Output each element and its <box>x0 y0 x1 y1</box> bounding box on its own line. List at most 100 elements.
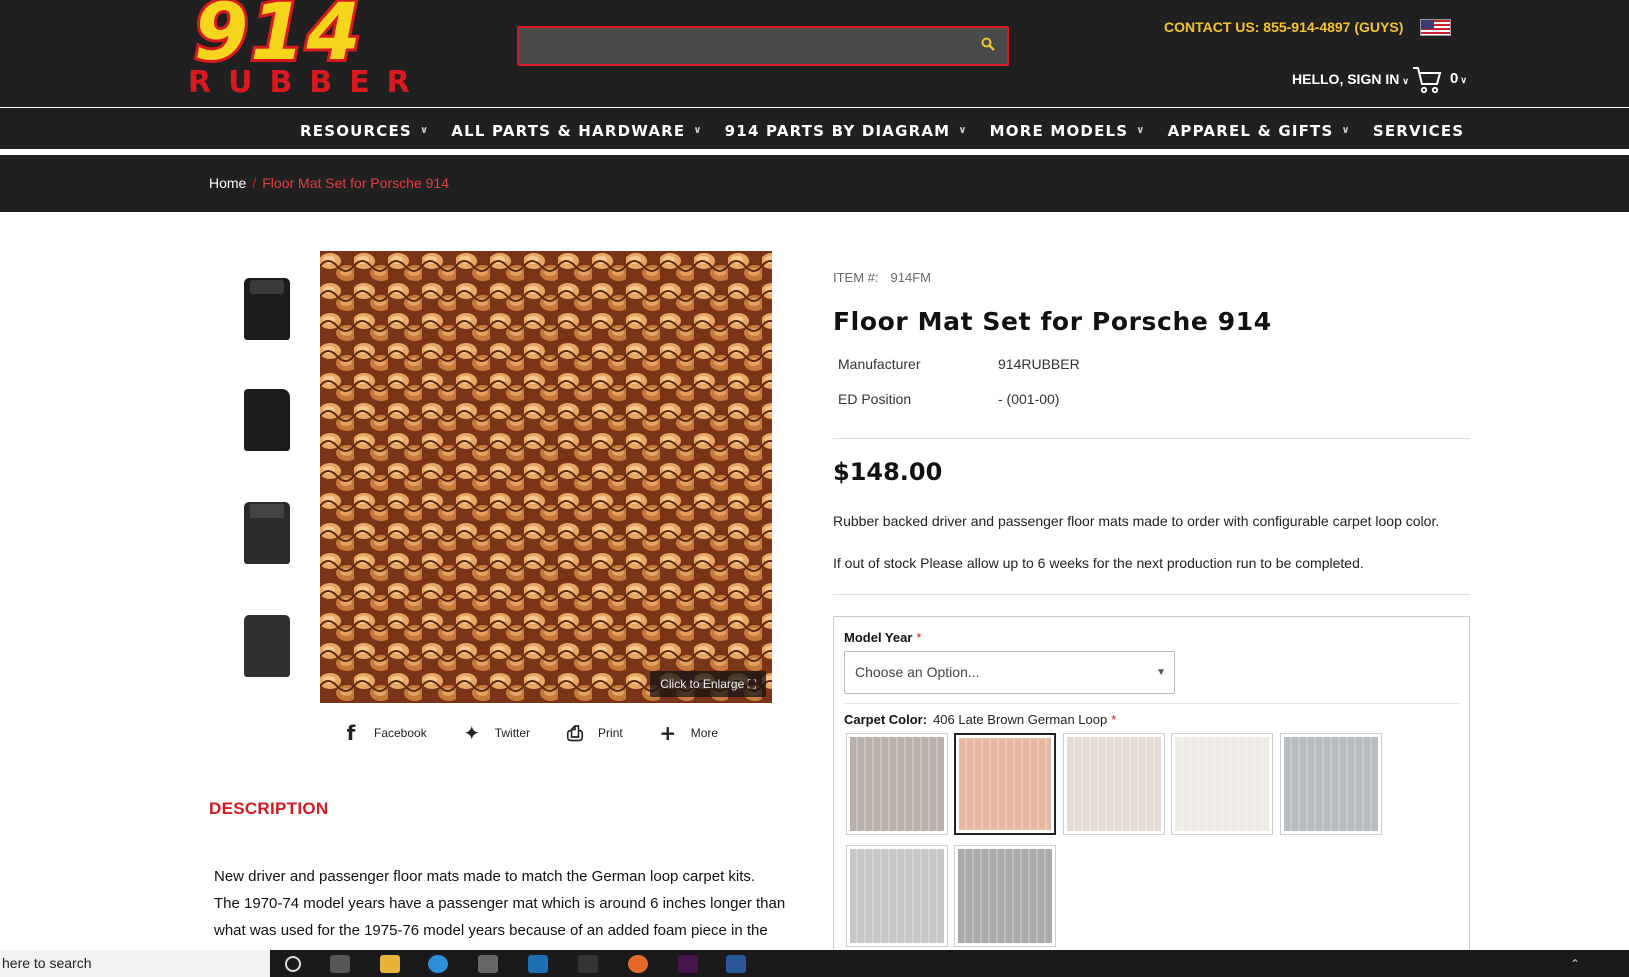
product-summary: Rubber backed driver and passenger floor… <box>833 513 1440 529</box>
nav-item-resources[interactable]: RESOURCES ∨ <box>300 122 429 140</box>
carpet-swatch-4[interactable] <box>1171 733 1273 835</box>
sign-in-link[interactable]: HELLO, SIGN IN ∨ <box>1292 69 1409 91</box>
twitter-icon: ✦ <box>463 721 481 745</box>
enlarge-label: Click to Enlarge <box>660 677 745 691</box>
us-flag-icon[interactable] <box>1420 19 1451 36</box>
nav-item-services[interactable]: SERVICES <box>1373 122 1464 140</box>
carpet-swatch-1[interactable] <box>846 733 948 835</box>
twitter-label: Twitter <box>494 726 531 740</box>
chevron-down-icon: ∨ <box>1460 75 1467 85</box>
thumbnail-4[interactable] <box>230 597 320 710</box>
description-heading[interactable]: DESCRIPTION <box>209 798 328 820</box>
chevron-down-icon: ∨ <box>419 125 430 136</box>
thumbnail-3[interactable] <box>230 484 320 597</box>
breadcrumb-bar: Home / Floor Mat Set for Porsche 914 <box>0 155 1629 212</box>
print-icon: ⎙ <box>567 721 584 745</box>
thumbnail-1[interactable] <box>230 258 320 371</box>
required-mark: * <box>1111 712 1117 727</box>
carpet-swatch-5[interactable] <box>1280 733 1382 835</box>
main-nav: RESOURCES ∨ ALL PARTS & HARDWARE ∨ 914 PARTS… <box>0 108 1629 152</box>
model-year-select[interactable]: Choose an Option... ▼ <box>844 651 1175 694</box>
spec-value: 914RUBBER <box>998 356 1080 372</box>
nav-item-more-models[interactable]: MORE MODELS ∨ <box>990 122 1146 140</box>
description-line: New driver and passenger floor mats made… <box>214 868 756 885</box>
chevron-down-icon: ∨ <box>958 125 968 136</box>
share-bar: f Facebook ✦ Twitter ⎙ Print + More <box>340 723 752 743</box>
search-icon[interactable] <box>979 37 997 55</box>
chevron-down-icon: ∨ <box>1402 76 1409 86</box>
chevron-down-icon: ∨ <box>693 125 703 136</box>
nav-item-label: RESOURCES <box>300 122 412 140</box>
logo-word: RUBBER <box>188 65 427 100</box>
item-number-value: 914FM <box>890 270 931 285</box>
facebook-icon: f <box>346 721 356 745</box>
breadcrumb: Home / Floor Mat Set for Porsche 914 <box>209 173 449 193</box>
chevron-down-icon: ∨ <box>1136 125 1146 136</box>
share-print[interactable]: ⎙ Print <box>564 723 623 743</box>
nav-item-label: ALL PARTS & HARDWARE <box>451 122 686 140</box>
carpet-swatch-7[interactable] <box>954 845 1056 947</box>
share-more[interactable]: + More <box>657 723 718 743</box>
carpet-color-value: 406 Late Brown German Loop <box>933 712 1108 727</box>
cart-count-value: 0 <box>1450 70 1459 87</box>
task-view-icon[interactable] <box>330 955 350 973</box>
thumbnail-2[interactable] <box>230 371 320 484</box>
stock-note: If out of stock Please allow up to 6 wee… <box>833 555 1364 571</box>
description-line: The 1970-74 model years have a passenger… <box>214 895 786 912</box>
carpet-color-label: Carpet Color: 406 Late Brown German Loop * <box>844 711 1116 729</box>
nav-item-label: SERVICES <box>1372 122 1465 140</box>
required-mark: * <box>916 630 922 645</box>
carpet-color-label-text: Carpet Color: <box>844 712 928 727</box>
store-icon[interactable] <box>478 955 498 973</box>
file-explorer-icon[interactable] <box>380 955 400 973</box>
word-icon[interactable] <box>726 955 746 973</box>
swatch-texture <box>1067 737 1161 831</box>
carpet-swatch-6[interactable] <box>846 845 948 947</box>
app-icon[interactable] <box>578 955 598 973</box>
swatch-texture <box>958 849 1052 943</box>
carpet-swatch-3[interactable] <box>1063 733 1165 835</box>
swatch-texture <box>850 737 944 831</box>
firefox-icon[interactable] <box>628 955 648 973</box>
nav-item-apparel-gifts[interactable]: APPAREL & GIFTS ∨ <box>1168 122 1351 140</box>
nav-item-914-parts-by-diagram[interactable]: 914 PARTS BY DIAGRAM ∨ <box>725 122 968 140</box>
slack-icon[interactable] <box>678 955 698 973</box>
taskbar-search[interactable]: here to search <box>0 950 270 977</box>
breadcrumb-home[interactable]: Home <box>209 175 246 191</box>
cortana-icon[interactable] <box>285 956 301 972</box>
divider <box>833 594 1470 595</box>
nav-item-all-parts-hardware[interactable]: ALL PARTS & HARDWARE ∨ <box>451 122 702 140</box>
options-divider <box>844 703 1460 704</box>
breadcrumb-current: Floor Mat Set for Porsche 914 <box>262 175 450 191</box>
thumbnail-list <box>230 258 320 710</box>
description-line: what was used for the 1975-76 model year… <box>214 922 768 939</box>
nav-item-label: MORE MODELS <box>989 122 1129 140</box>
share-facebook[interactable]: f Facebook <box>340 723 427 743</box>
expand-icon: ⛶ <box>747 677 756 691</box>
spec-key: Manufacturer <box>838 356 921 372</box>
swatch-texture <box>1175 737 1269 831</box>
search-input[interactable] <box>517 26 1009 66</box>
carpet-swatch-2[interactable] <box>954 733 1056 835</box>
spec-row: Manufacturer 914RUBBER <box>838 354 1080 389</box>
tray-chevron-icon[interactable]: ⌃ <box>1570 955 1590 973</box>
cart-count[interactable]: 0 ∨ <box>1450 69 1467 90</box>
product-title: Floor Mat Set for Porsche 914 <box>833 307 1272 336</box>
spec-key: ED Position <box>838 391 912 407</box>
share-twitter[interactable]: ✦ Twitter <box>461 723 530 743</box>
dropdown-arrow-icon: ▼ <box>1156 667 1166 678</box>
swatch-texture <box>850 849 944 943</box>
contact-phone[interactable]: CONTACT US: 855-914-4897 (GUYS) <box>1164 17 1403 37</box>
swatch-texture <box>1284 737 1378 831</box>
product-main-image[interactable]: Click to Enlarge ⛶ <box>320 251 772 703</box>
model-year-label-text: Model Year <box>844 630 913 645</box>
cart-icon[interactable] <box>1412 66 1442 94</box>
site-logo[interactable]: 914 RUBBER <box>188 0 473 100</box>
nav-item-label: APPAREL & GIFTS <box>1167 122 1334 140</box>
mail-icon[interactable] <box>528 955 548 973</box>
facebook-label: Facebook <box>374 726 427 740</box>
edge-icon[interactable] <box>428 955 448 973</box>
click-to-enlarge[interactable]: Click to Enlarge ⛶ <box>650 671 766 697</box>
carpet-texture-image <box>320 251 772 703</box>
nav-menu: RESOURCES ∨ ALL PARTS & HARDWARE ∨ 914 PARTS… <box>300 122 1486 140</box>
